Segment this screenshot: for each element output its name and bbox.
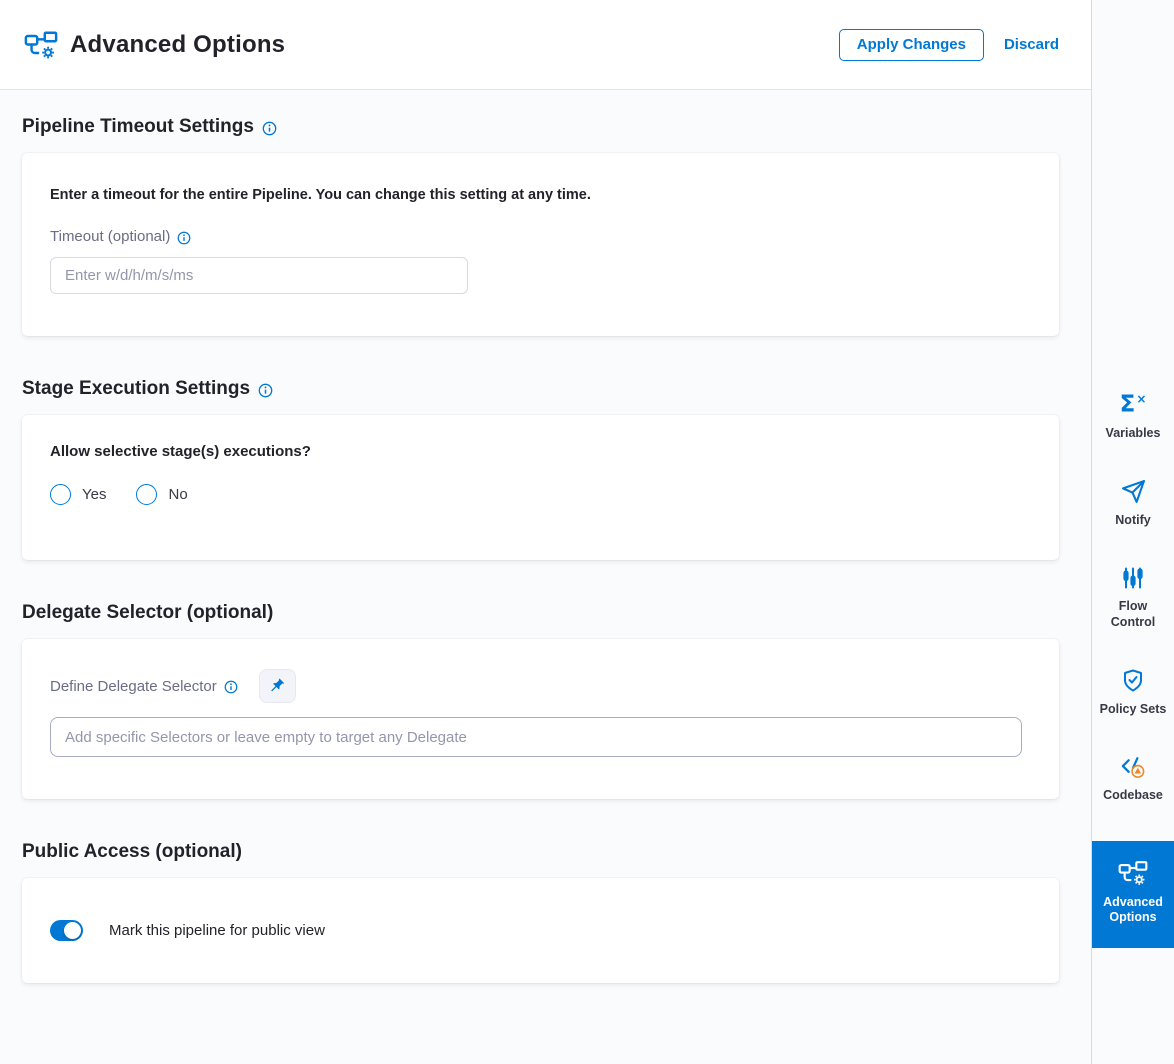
info-icon[interactable]: [262, 121, 277, 136]
pipeline-settings-sidebar: Σ× Variables Notify: [1092, 0, 1174, 1064]
timeout-card: Enter a timeout for the entire Pipeline.…: [22, 153, 1059, 336]
sidebar-item-policy-sets[interactable]: Policy Sets: [1092, 668, 1174, 718]
section-heading: Stage Execution Settings: [22, 378, 250, 400]
radio-no[interactable]: No: [136, 484, 187, 505]
page-title: Advanced Options: [70, 31, 285, 59]
pin-icon: [268, 677, 286, 695]
public-access-card: Mark this pipeline for public view: [22, 878, 1059, 983]
info-icon[interactable]: [177, 231, 191, 245]
shield-check-icon: [1121, 668, 1145, 693]
pipeline-gear-icon: [24, 30, 58, 60]
info-icon[interactable]: [258, 383, 273, 398]
radio-yes[interactable]: Yes: [50, 484, 106, 505]
sidebar-item-advanced-options[interactable]: Advanced Options: [1092, 841, 1174, 948]
public-view-toggle[interactable]: [50, 920, 83, 941]
delegate-selector-input[interactable]: [50, 717, 1022, 757]
paper-plane-icon: [1121, 479, 1146, 504]
section-public-access: Public Access (optional) Mark this pipel…: [22, 841, 1059, 983]
sigma-x-icon: Σ×: [1120, 392, 1147, 417]
main-panel: Advanced Options Apply Changes Discard P…: [0, 0, 1092, 1064]
apply-changes-button[interactable]: Apply Changes: [839, 29, 984, 61]
sidebar-item-flow-control[interactable]: Flow Control: [1092, 565, 1174, 630]
sidebar-item-codebase[interactable]: Codebase: [1092, 754, 1174, 804]
section-heading: Pipeline Timeout Settings: [22, 116, 254, 138]
sidebar-item-notify[interactable]: Notify: [1092, 479, 1174, 529]
section-heading: Delegate Selector (optional): [22, 602, 273, 624]
radio-circle[interactable]: [136, 484, 157, 505]
info-icon[interactable]: [224, 680, 238, 694]
code-warning-icon: [1120, 754, 1147, 779]
sidebar-item-variables[interactable]: Σ× Variables: [1092, 392, 1174, 442]
selective-execution-question: Allow selective stage(s) executions?: [50, 443, 1031, 460]
settings-content: Pipeline Timeout Settings Enter a timeou…: [0, 90, 1091, 1064]
section-delegate-selector: Delegate Selector (optional) Define Dele…: [22, 602, 1059, 799]
section-stage-execution: Stage Execution Settings Allow selective…: [22, 378, 1059, 560]
delegate-selector-label: Define Delegate Selector: [50, 678, 217, 695]
sliders-icon: [1121, 565, 1145, 590]
timeout-input[interactable]: [50, 257, 468, 294]
stage-execution-card: Allow selective stage(s) executions? Yes…: [22, 415, 1059, 560]
section-pipeline-timeout: Pipeline Timeout Settings Enter a timeou…: [22, 116, 1059, 336]
timeout-label: Timeout (optional): [50, 228, 170, 245]
section-heading: Public Access (optional): [22, 841, 242, 863]
radio-circle[interactable]: [50, 484, 71, 505]
pipeline-gear-icon: [1118, 861, 1148, 886]
public-view-toggle-label: Mark this pipeline for public view: [109, 922, 325, 939]
discard-button[interactable]: Discard: [1002, 32, 1061, 57]
delegate-selector-card: Define Delegate Selector: [22, 639, 1059, 799]
pin-button[interactable]: [259, 669, 296, 703]
timeout-description: Enter a timeout for the entire Pipeline.…: [50, 187, 1031, 203]
pipeline-advanced-options-screen: Advanced Options Apply Changes Discard P…: [0, 0, 1174, 1064]
panel-header: Advanced Options Apply Changes Discard: [0, 0, 1091, 90]
